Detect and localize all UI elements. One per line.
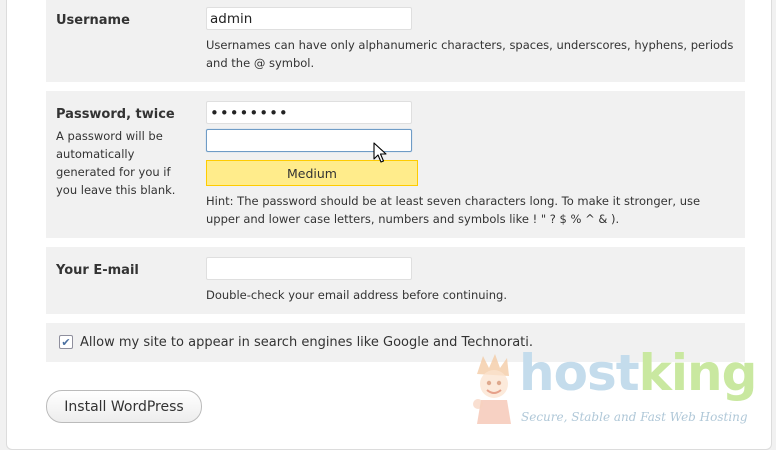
- checkmark-icon: ✔: [61, 335, 71, 349]
- password-row: Password, twice A password will be autom…: [46, 91, 745, 238]
- password-input[interactable]: [206, 101, 412, 124]
- username-input[interactable]: [206, 7, 412, 30]
- username-row: Username Usernames can have only alphanu…: [46, 0, 745, 82]
- mouse-pointer-icon: [373, 142, 387, 163]
- email-label: Your E-mail: [56, 263, 139, 278]
- username-label: Username: [56, 13, 130, 28]
- email-input[interactable]: [206, 257, 412, 280]
- privacy-label[interactable]: Allow my site to appear in search engine…: [80, 335, 533, 350]
- mascot-icon: [473, 354, 511, 424]
- logo-tagline: Secure, Stable and Fast Web Hosting: [521, 410, 748, 424]
- logo-wordmark: hostking: [519, 344, 757, 402]
- hostking-watermark-logo: hostking Secure, Stable and Fast Web Hos…: [467, 348, 776, 432]
- password-label: Password, twice: [56, 107, 175, 122]
- privacy-checkbox[interactable]: ✔: [59, 335, 73, 349]
- install-wordpress-button[interactable]: Install WordPress: [46, 390, 202, 423]
- email-row: Your E-mail Double-check your email addr…: [46, 247, 745, 314]
- password-sublabel: A password will be automatically generat…: [56, 129, 176, 197]
- email-description: Double-check your email address before c…: [206, 288, 507, 302]
- install-form-sheet: Username Usernames can have only alphanu…: [6, 0, 772, 450]
- username-description: Usernames can have only alphanumeric cha…: [206, 38, 734, 70]
- password-hint: Hint: The password should be at least se…: [206, 194, 701, 226]
